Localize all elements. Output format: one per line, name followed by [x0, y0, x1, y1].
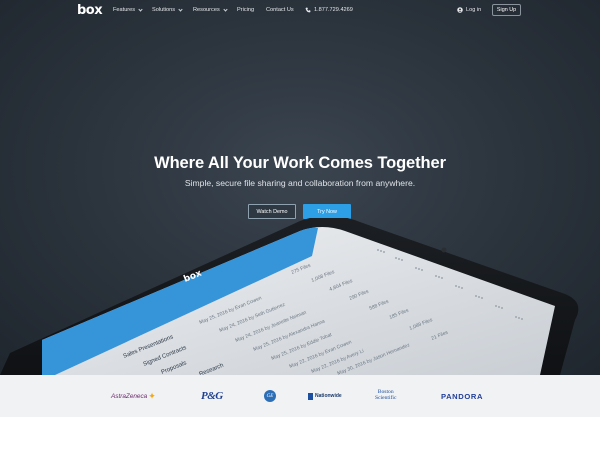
nav-solutions-label: Solutions — [152, 7, 176, 13]
nav-pricing-label: Pricing — [237, 7, 255, 13]
client-logo-strip: AstraZeneca ✦ P&G GE Nationwide Boston S… — [0, 375, 600, 417]
tablet-illustration: box Sales Presentations Signed Contracts… — [0, 218, 579, 375]
top-nav: box Features Solutions Resources Pricing… — [0, 0, 600, 22]
chevron-down-icon — [178, 6, 183, 12]
nav-contact[interactable]: Contact Us — [266, 7, 294, 13]
hero-section: box Features Solutions Resources Pricing… — [0, 0, 600, 375]
try-now-button[interactable]: Try Now — [303, 204, 351, 219]
astrazeneca-swirl-icon: ✦ — [148, 390, 156, 401]
user-icon — [457, 7, 463, 13]
nav-features-label: Features — [113, 7, 136, 13]
nav-features[interactable]: Features — [113, 6, 143, 13]
chevron-down-icon — [223, 6, 228, 12]
nav-contact-label: Contact Us — [266, 7, 294, 13]
nav-resources-label: Resources — [193, 7, 220, 13]
nav-resources[interactable]: Resources — [193, 6, 228, 13]
boston-scientific-logo: Boston Scientific — [375, 375, 396, 417]
nav-phone[interactable]: 1.877.729.4269 — [305, 7, 353, 13]
nationwide-eagle-icon — [308, 392, 313, 400]
box-logo[interactable]: box — [77, 3, 103, 18]
chevron-down-icon — [138, 6, 143, 12]
tablet-camera — [441, 247, 447, 253]
pg-logo: P&G — [201, 390, 223, 402]
phone-icon — [305, 7, 311, 13]
login-link[interactable]: Log in — [457, 7, 481, 13]
ge-monogram: GE — [264, 390, 276, 402]
nationwide-text: Nationwide — [315, 393, 342, 399]
nationwide-logo: Nationwide — [308, 375, 342, 417]
nav-pricing[interactable]: Pricing — [237, 7, 254, 13]
astrazeneca-text: AstraZeneca — [111, 392, 148, 400]
phone-number: 1.877.729.4269 — [314, 7, 353, 13]
login-label: Log in — [466, 7, 482, 13]
signup-button[interactable]: Sign Up — [492, 4, 521, 16]
scientific-text: Scientific — [375, 395, 397, 401]
astrazeneca-logo: AstraZeneca ✦ — [111, 375, 156, 417]
nav-solutions[interactable]: Solutions — [152, 6, 183, 13]
hero-subhead: Simple, secure file sharing and collabor… — [184, 178, 416, 188]
ge-logo: GE — [264, 375, 276, 417]
hero-headline: Where All Your Work Comes Together — [154, 154, 446, 172]
pandora-logo: PANDORA — [441, 391, 484, 401]
watch-demo-button[interactable]: Watch Demo — [248, 204, 296, 219]
